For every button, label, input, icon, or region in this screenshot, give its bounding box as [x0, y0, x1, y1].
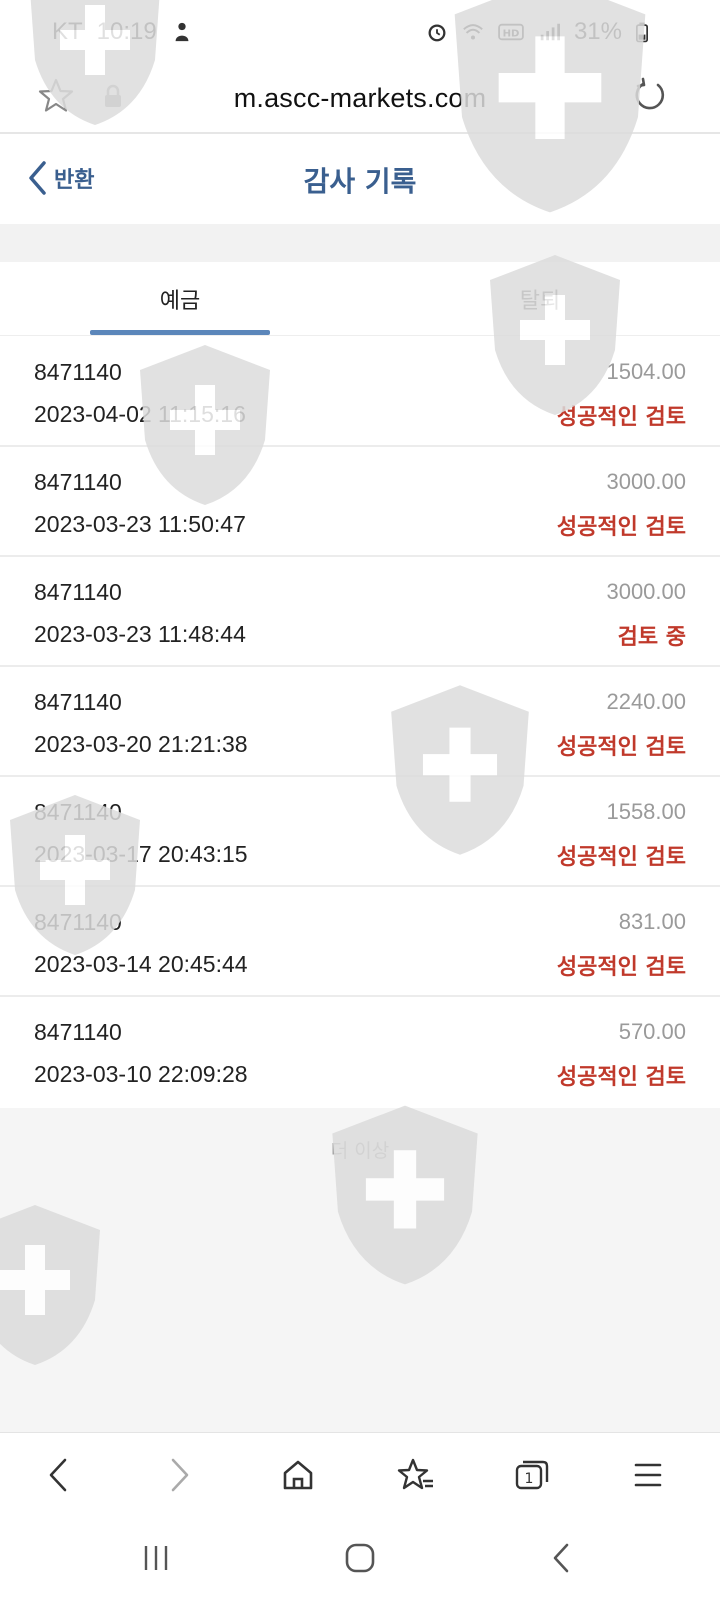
lock-icon	[105, 84, 121, 107]
record-id: 8471140	[34, 689, 122, 715]
record-status: 검토 중	[617, 625, 686, 650]
record-status: 성공적인 검토	[556, 1065, 686, 1090]
star-icon[interactable]	[36, 76, 76, 116]
svg-text:HD: HD	[503, 29, 520, 40]
record-status: 성공적인 검토	[556, 735, 686, 760]
status-left: KT 10:19	[52, 18, 193, 46]
list-item[interactable]: 8471140 2023-03-20 21:21:38 2240.00 성공적인…	[0, 667, 720, 777]
record-amount: 831.00	[618, 909, 686, 934]
person-icon	[175, 22, 189, 42]
no-more-label: 더 이상	[330, 1140, 390, 1162]
carrier-label: KT	[52, 18, 83, 45]
battery-label: 31%	[573, 18, 622, 45]
bookmarks-icon[interactable]	[394, 1453, 438, 1497]
header-divider-band	[0, 224, 720, 262]
battery-icon	[636, 22, 648, 43]
record-datetime: 2023-03-14 20:45:44	[34, 951, 248, 977]
tab-deposit[interactable]: 예금	[90, 262, 270, 336]
record-id: 8471140	[34, 359, 122, 385]
home-button-icon[interactable]	[338, 1536, 382, 1580]
record-id: 8471140	[34, 799, 122, 825]
back-gesture-icon[interactable]	[540, 1536, 584, 1580]
record-id: 8471140	[34, 1019, 122, 1045]
record-status: 성공적인 검토	[556, 845, 686, 870]
home-icon[interactable]	[276, 1453, 320, 1497]
record-amount: 1504.00	[606, 359, 686, 384]
list-item[interactable]: 8471140 2023-03-10 22:09:28 570.00 성공적인 …	[0, 997, 720, 1107]
hd-icon: HD	[498, 23, 524, 41]
record-status: 성공적인 검토	[556, 405, 686, 430]
record-amount: 3000.00	[606, 469, 686, 494]
record-datetime: 2023-03-23 11:48:44	[34, 621, 246, 647]
back-label: 반환	[54, 168, 95, 193]
record-amount: 2240.00	[606, 689, 686, 714]
system-navigation-bar	[0, 1516, 720, 1600]
record-amount: 570.00	[618, 1019, 686, 1044]
record-amount: 1558.00	[606, 799, 686, 824]
back-icon[interactable]	[36, 1453, 80, 1497]
record-status: 성공적인 검토	[556, 955, 686, 980]
back-button[interactable]: 반환	[26, 160, 94, 196]
page-title: 감사 기록	[303, 165, 417, 198]
forward-icon[interactable]	[158, 1453, 202, 1497]
recents-icon[interactable]	[134, 1536, 178, 1580]
record-datetime: 2023-03-17 20:43:15	[34, 841, 248, 867]
url-bar: m.ascc-markets.com	[0, 64, 720, 134]
record-tabs: 예금 탈퇴	[0, 262, 720, 336]
list-item[interactable]: 8471140 2023-03-23 11:50:47 3000.00 성공적인…	[0, 447, 720, 557]
list-item[interactable]: 8471140 2023-04-02 11:15:16 1504.00 성공적인…	[0, 337, 720, 447]
alarm-icon	[428, 24, 446, 42]
tab-withdraw[interactable]: 탈퇴	[450, 262, 630, 336]
record-amount: 3000.00	[606, 579, 686, 604]
record-datetime: 2023-03-23 11:50:47	[34, 511, 246, 537]
record-status: 성공적인 검토	[556, 515, 686, 540]
browser-toolbar: 1	[0, 1432, 720, 1516]
page-header: 반환 감사 기록	[0, 136, 720, 224]
list-item[interactable]: 8471140 2023-03-17 20:43:15 1558.00 성공적인…	[0, 777, 720, 887]
chevron-left-icon	[29, 161, 46, 195]
record-datetime: 2023-04-02 11:15:16	[34, 401, 246, 427]
tabs-icon[interactable]: 1	[510, 1453, 554, 1497]
list-item[interactable]: 8471140 2023-03-23 11:48:44 3000.00 검토 중	[0, 557, 720, 667]
record-list: 8471140 2023-04-02 11:15:16 1504.00 성공적인…	[0, 337, 720, 1107]
record-datetime: 2023-03-10 22:09:28	[34, 1061, 248, 1087]
status-bar: KT 10:19 HD 31%	[0, 0, 720, 64]
record-id: 8471140	[34, 579, 122, 605]
wifi-icon	[463, 24, 483, 40]
url-text[interactable]: m.ascc-markets.com	[234, 83, 487, 114]
time-label: 10:19	[96, 18, 157, 45]
list-footer: 더 이상	[0, 1108, 720, 1432]
status-right: HD 31%	[426, 18, 648, 46]
record-id: 8471140	[34, 469, 122, 495]
active-tab-indicator	[90, 330, 270, 335]
reload-icon[interactable]	[630, 76, 670, 116]
record-datetime: 2023-03-20 21:21:38	[34, 731, 248, 757]
tabs-count: 1	[525, 1471, 534, 1487]
record-id: 8471140	[34, 909, 122, 935]
menu-icon[interactable]	[626, 1453, 670, 1497]
signal-icon	[540, 23, 560, 41]
list-item[interactable]: 8471140 2023-03-14 20:45:44 831.00 성공적인 …	[0, 887, 720, 997]
